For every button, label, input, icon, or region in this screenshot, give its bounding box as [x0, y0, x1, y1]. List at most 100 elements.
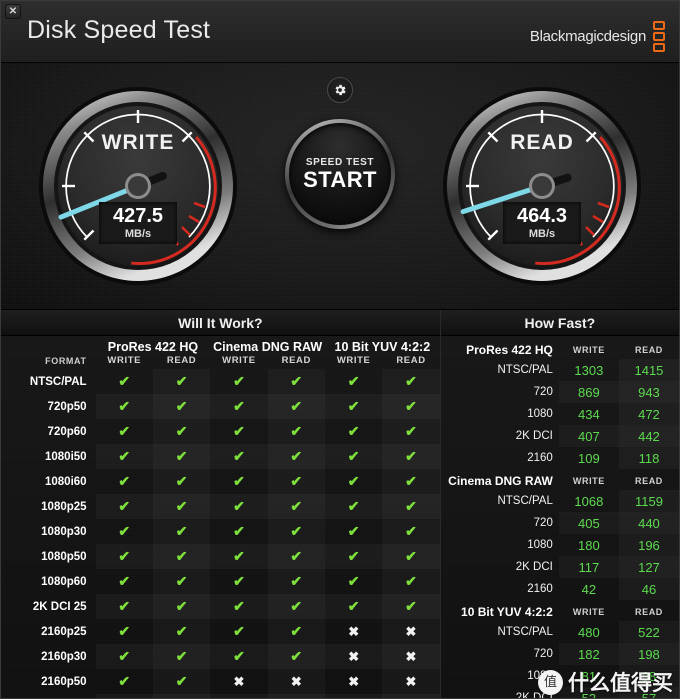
- cross-icon: ✖: [405, 673, 417, 689]
- check-icon: ✔: [175, 372, 188, 389]
- table-row: 1080p60 ✔ ✔ ✔ ✔ ✔ ✔: [1, 569, 440, 594]
- check-icon: ✔: [405, 522, 417, 539]
- cross-icon: ✖: [233, 673, 245, 689]
- check-icon: ✔: [118, 622, 131, 639]
- support-cross-cell: ✖: [210, 694, 267, 698]
- col-header-dng-write: WRITE: [222, 355, 256, 366]
- check-icon: ✔: [175, 472, 188, 489]
- support-check-cell: ✔: [267, 644, 325, 669]
- support-check-cell: ✔: [325, 394, 382, 419]
- support-cross-cell: ✖: [267, 694, 325, 698]
- check-icon: ✔: [175, 447, 188, 464]
- support-check-cell: ✔: [325, 369, 382, 394]
- start-button-label: START: [303, 166, 377, 192]
- section-name: 10 Bit YUV 4:2:2: [461, 605, 553, 619]
- check-icon: ✔: [405, 572, 417, 589]
- support-check-cell: ✔: [325, 544, 382, 569]
- support-check-cell: ✔: [210, 394, 267, 419]
- blackmagic-logo: Blackmagicdesign: [530, 21, 665, 52]
- write-gauge-label: WRITE: [101, 131, 175, 154]
- check-icon: ✔: [290, 622, 303, 639]
- support-check-cell: ✔: [268, 619, 325, 644]
- table-row: 720p60 ✔ ✔ ✔ ✔ ✔ ✔: [1, 419, 440, 444]
- support-check-cell: ✔: [268, 469, 325, 494]
- support-cross-cell: ✖: [382, 644, 440, 669]
- table-row: 1080i50 ✔ ✔ ✔ ✔ ✔ ✔: [1, 444, 440, 469]
- format-label: 2K DCI: [515, 430, 553, 442]
- section-header-row: 10 Bit YUV 4:2:2 WRITE READ: [441, 600, 679, 621]
- table-row: 2160 109 118: [441, 447, 679, 469]
- read-speed-value: 198: [618, 643, 679, 665]
- format-label: 2K DCI: [515, 692, 553, 699]
- col-header-dng-read: READ: [281, 355, 311, 366]
- table-row: NTSC/PAL 1068 1159: [441, 490, 679, 512]
- table-row: NTSC/PAL 1303 1415: [441, 359, 679, 381]
- table-row: 2K DCI 53 57: [441, 687, 679, 699]
- col-header-yuv-read: READ: [396, 355, 426, 366]
- check-icon: ✔: [118, 497, 131, 514]
- table-row: 2160 42 46: [441, 578, 679, 600]
- support-cross-cell: ✖: [210, 669, 267, 694]
- check-icon: ✔: [290, 547, 303, 564]
- start-button[interactable]: SPEED TEST START: [285, 119, 395, 229]
- table-row: 1080p25 ✔ ✔ ✔ ✔ ✔ ✔: [1, 494, 440, 519]
- col-header-prores-read: READ: [166, 355, 197, 366]
- codec-group-header-row: ProRes 422 HQ Cinema DNG RAW 10 Bit YUV …: [1, 336, 440, 355]
- format-label: 1080p50: [41, 550, 87, 563]
- format-label: 1080: [527, 670, 553, 682]
- read-column-header: READ: [635, 345, 663, 355]
- will-it-work-title: Will It Work?: [1, 310, 440, 336]
- write-speed-value: 1303: [574, 362, 604, 378]
- check-icon: ✔: [405, 597, 417, 614]
- support-check-cell: ✔: [153, 569, 210, 594]
- write-gauge-dial: [39, 87, 237, 285]
- read-speed-value: 1415: [619, 359, 679, 381]
- support-check-cell: ✔: [96, 419, 153, 444]
- write-speed-value: 869: [559, 381, 619, 403]
- settings-button[interactable]: [327, 77, 353, 103]
- check-icon: ✔: [175, 522, 188, 539]
- check-icon: ✔: [405, 497, 417, 514]
- table-row: 2K DCI 117 127: [441, 556, 679, 578]
- format-label: 720p60: [47, 425, 87, 438]
- support-cross-cell: ✖: [325, 619, 382, 644]
- support-check-cell: ✔: [153, 369, 210, 394]
- write-speed-value: 407: [559, 425, 619, 447]
- support-check-cell: ✔: [96, 494, 153, 519]
- format-label: 2160: [527, 583, 553, 595]
- support-check-cell: ✔: [325, 444, 382, 469]
- table-row: 2160p50 ✔ ✔ ✖ ✖ ✖ ✖: [1, 669, 440, 694]
- read-speed-value: 1159: [619, 490, 679, 512]
- check-icon: ✔: [233, 472, 245, 489]
- write-column-header: WRITE: [572, 345, 605, 355]
- support-check-cell: ✔: [325, 469, 382, 494]
- support-check-cell: ✔: [210, 594, 267, 619]
- support-check-cell: ✔: [210, 444, 267, 469]
- support-check-cell: ✔: [96, 569, 153, 594]
- check-icon: ✔: [347, 372, 360, 389]
- close-button[interactable]: ✕: [5, 4, 21, 19]
- write-speed-value: 42: [581, 581, 597, 597]
- support-check-cell: ✔: [96, 519, 153, 544]
- support-check-cell: ✔: [210, 644, 267, 669]
- check-icon: ✔: [347, 522, 360, 539]
- check-icon: ✔: [233, 522, 245, 539]
- support-check-cell: ✔: [267, 544, 325, 569]
- read-speed-value: 118: [619, 447, 679, 469]
- read-speed-value: 57: [618, 687, 679, 698]
- support-check-cell: ✔: [382, 444, 440, 469]
- start-button-sublabel: SPEED TEST: [305, 156, 375, 168]
- format-label: NTSC/PAL: [497, 626, 553, 638]
- codec-group-prores: ProRes 422 HQ: [107, 340, 199, 354]
- read-readout: 464.3 MB/s: [503, 202, 581, 244]
- support-cross-cell: ✖: [382, 669, 439, 694]
- check-icon: ✔: [118, 547, 131, 564]
- read-gauge: READ 464.3 MB/s: [441, 85, 643, 287]
- support-check-cell: ✔: [152, 594, 211, 619]
- gear-icon: [335, 84, 346, 96]
- support-check-cell: ✔: [152, 544, 211, 569]
- title-bar: ✕ Disk Speed Test Blackmagicdesign: [1, 1, 679, 63]
- support-check-cell: ✔: [382, 544, 440, 569]
- check-icon: ✔: [233, 447, 245, 464]
- format-label: 2160: [527, 452, 553, 464]
